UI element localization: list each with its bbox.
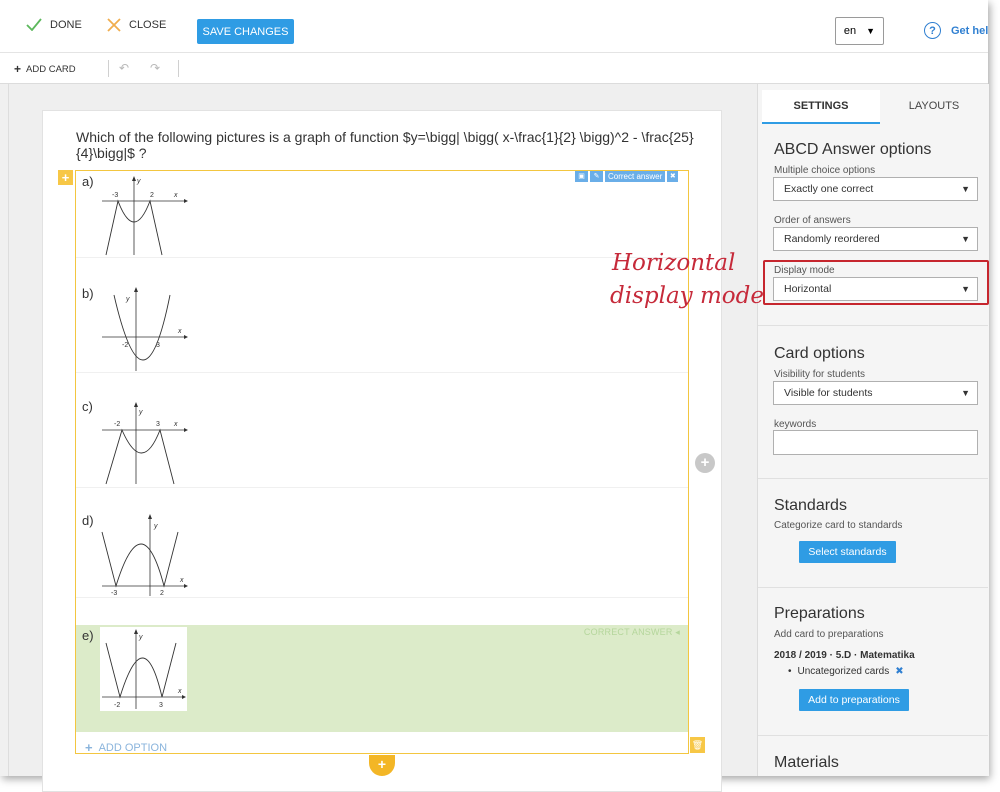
multiple-choice-label: Multiple choice options — [774, 165, 876, 176]
plus-icon: + — [14, 62, 22, 76]
visibility-select[interactable]: Visible for students ▼ — [773, 381, 978, 405]
annotation-line-1: Horizontal — [612, 250, 736, 276]
visibility-label: Visibility for students — [774, 369, 865, 380]
preparations-title: Preparations — [774, 605, 865, 622]
standards-desc: Categorize card to standards — [774, 520, 903, 531]
close-label: CLOSE — [129, 19, 167, 31]
add-card-label: ADD CARD — [26, 63, 76, 75]
language-select[interactable]: en ▼ — [835, 17, 884, 45]
tab-layouts[interactable]: LAYOUTS — [884, 90, 984, 122]
close-icon — [107, 18, 121, 32]
visibility-value: Visible for students — [784, 387, 873, 399]
toolbar-divider — [178, 60, 179, 77]
add-option-button[interactable]: + ADD OPTION — [85, 740, 167, 755]
add-card-button[interactable]: + ADD CARD — [14, 62, 76, 76]
question-icon: ? — [924, 22, 941, 39]
redo-icon[interactable]: ↷ — [150, 61, 160, 75]
plus-icon: + — [85, 740, 93, 755]
options-frame — [75, 170, 689, 754]
remove-icon[interactable]: ✖ — [895, 666, 903, 677]
standards-title: Standards — [774, 497, 847, 514]
section-divider — [758, 325, 988, 326]
keywords-input[interactable] — [773, 430, 978, 455]
save-changes-button[interactable]: SAVE CHANGES — [197, 19, 294, 44]
annotation-line-2: display mode — [610, 283, 764, 309]
keywords-label: keywords — [774, 419, 817, 430]
preparation-year: 2018 / 2019 · 5.D · Matematika — [774, 650, 915, 661]
top-bar: DONE CLOSE SAVE CHANGES en ▼ ? Get hel — [0, 0, 988, 53]
language-value: en — [843, 25, 857, 37]
add-to-preparations-button[interactable]: Add to preparations — [799, 689, 909, 711]
order-label: Order of answers — [774, 215, 851, 226]
section-divider — [758, 587, 988, 588]
caret-down-icon: ▼ — [866, 26, 876, 36]
done-label: DONE — [50, 18, 82, 31]
preparation-item-label: Uncategorized cards — [797, 666, 890, 677]
help-label: Get hel — [951, 24, 988, 37]
multiple-choice-value: Exactly one correct — [784, 183, 874, 195]
section-divider — [758, 735, 988, 736]
add-above-plus-icon[interactable]: + — [58, 170, 73, 185]
select-standards-button[interactable]: Select standards — [799, 541, 896, 563]
add-option-label: ADD OPTION — [98, 741, 168, 754]
question-text[interactable]: Which of the following pictures is a gra… — [76, 129, 696, 161]
add-column-plus-icon[interactable]: + — [695, 453, 715, 473]
sidebar-tabs: SETTINGS LAYOUTS — [762, 90, 984, 124]
annotation-highlight-box — [763, 260, 989, 305]
toolbar-divider — [108, 60, 109, 77]
tab-settings[interactable]: SETTINGS — [762, 90, 880, 124]
section-divider — [758, 478, 988, 479]
caret-down-icon: ▼ — [961, 388, 970, 398]
preparation-item: • Uncategorized cards ✖ — [788, 666, 904, 677]
preparations-desc: Add card to preparations — [774, 629, 884, 640]
multiple-choice-select[interactable]: Exactly one correct ▼ — [773, 177, 978, 201]
check-icon — [26, 18, 42, 31]
bullet-icon: • — [788, 666, 792, 677]
order-select[interactable]: Randomly reordered ▼ — [773, 227, 978, 251]
done-button[interactable]: DONE — [26, 18, 82, 31]
caret-down-icon: ▼ — [961, 184, 970, 194]
help-link[interactable]: ? Get hel — [924, 22, 988, 39]
close-button[interactable]: CLOSE — [107, 18, 166, 32]
caret-down-icon: ▼ — [961, 234, 970, 244]
undo-icon[interactable]: ↶ — [119, 61, 129, 75]
card-options-title: Card options — [774, 345, 865, 362]
card-toolbar: + ADD CARD ↶ ↷ — [0, 53, 988, 84]
abcd-section-title: ABCD Answer options — [774, 141, 932, 158]
materials-title: Materials — [774, 754, 839, 771]
order-value: Randomly reordered — [784, 233, 880, 245]
trash-icon[interactable]: 🗑 — [690, 737, 705, 753]
